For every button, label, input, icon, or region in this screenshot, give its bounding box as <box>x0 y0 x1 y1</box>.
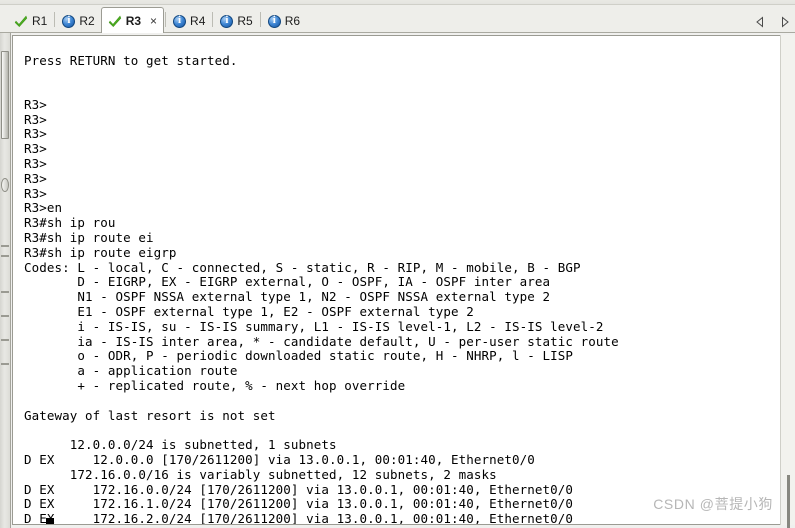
tab-label: R5 <box>237 14 253 28</box>
tab-r3[interactable]: R3 × <box>100 7 165 34</box>
tab-separator <box>259 11 261 27</box>
left-scrollbar[interactable] <box>0 33 11 528</box>
terminal-window: R1 R2 R3 × R4 <box>0 0 795 528</box>
tab-separator <box>165 11 167 27</box>
tab-bar: R1 R2 R3 × R4 <box>0 5 795 34</box>
terminal-text: Press RETURN to get started. R3> R3> R3>… <box>24 52 619 525</box>
tab-r2[interactable]: R2 <box>56 9 100 33</box>
vertical-scrollbar-thumb[interactable] <box>787 475 790 528</box>
left-scrollbar-tick <box>1 291 9 293</box>
left-scrollbar-tick <box>1 339 9 341</box>
info-icon <box>62 14 76 28</box>
tab-label: R6 <box>284 14 301 28</box>
tab-separator <box>212 11 214 27</box>
tab-r5[interactable]: R5 <box>214 9 258 33</box>
tab-separator <box>54 11 56 27</box>
tab-r1[interactable]: R1 <box>8 9 53 33</box>
left-scrollbar-tick <box>1 245 9 247</box>
tab-r6[interactable]: R6 <box>262 9 306 33</box>
tab-label: R1 <box>32 14 48 28</box>
info-icon <box>173 14 187 28</box>
terminal-output-pane[interactable]: Press RETURN to get started. R3> R3> R3>… <box>12 35 780 525</box>
console-area: Press RETURN to get started. R3> R3> R3>… <box>0 33 795 528</box>
tab-r4[interactable]: R4 <box>167 9 211 33</box>
tab-label: R2 <box>79 14 95 28</box>
left-scrollbar-tick <box>1 255 9 257</box>
tab-nav-controls <box>754 9 791 29</box>
text-cursor <box>46 518 54 524</box>
close-icon[interactable]: × <box>150 14 157 28</box>
left-scrollbar-thumb[interactable] <box>1 51 9 139</box>
left-scrollbar-knob[interactable] <box>1 178 9 192</box>
triangle-right-icon[interactable] <box>779 13 791 28</box>
check-icon <box>108 14 122 28</box>
tab-label: R3 <box>125 13 142 28</box>
tab-label: R4 <box>190 14 206 28</box>
check-icon <box>14 14 28 28</box>
tabs-strip: R1 R2 R3 × R4 <box>8 5 306 34</box>
left-scrollbar-tick <box>1 315 9 317</box>
info-icon <box>220 14 234 28</box>
vertical-scrollbar[interactable] <box>780 35 795 528</box>
triangle-left-icon[interactable] <box>754 13 766 28</box>
info-icon <box>267 14 281 28</box>
left-scrollbar-tick <box>1 363 9 365</box>
